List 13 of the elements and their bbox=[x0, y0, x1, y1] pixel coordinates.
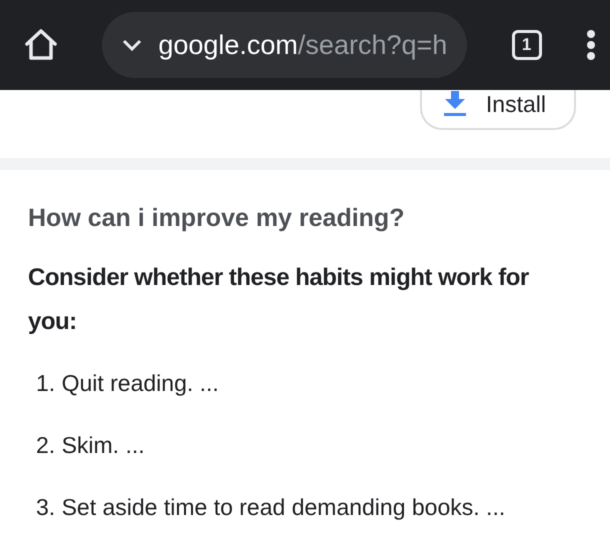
url-text: google.com/search?q=h bbox=[158, 28, 448, 62]
install-button[interactable]: Install bbox=[420, 90, 576, 130]
address-bar[interactable]: google.com/search?q=h bbox=[102, 12, 468, 78]
tab-switcher-button[interactable]: 1 bbox=[512, 30, 542, 60]
question-text: How can i improve my reading? bbox=[28, 203, 406, 234]
chevron-down-icon[interactable] bbox=[122, 39, 142, 51]
list-item-text: 3. Set aside time to read demanding books. ... bbox=[36, 494, 506, 520]
download-icon bbox=[444, 91, 466, 117]
list-item-text: 2. Skim. ... bbox=[36, 432, 145, 458]
answer-heading: Consider whether these habits might work for you: bbox=[28, 262, 530, 336]
home-icon[interactable] bbox=[24, 29, 58, 61]
menu-icon[interactable] bbox=[586, 30, 596, 60]
list-item-text: 1. Quit reading. ... bbox=[36, 370, 219, 396]
